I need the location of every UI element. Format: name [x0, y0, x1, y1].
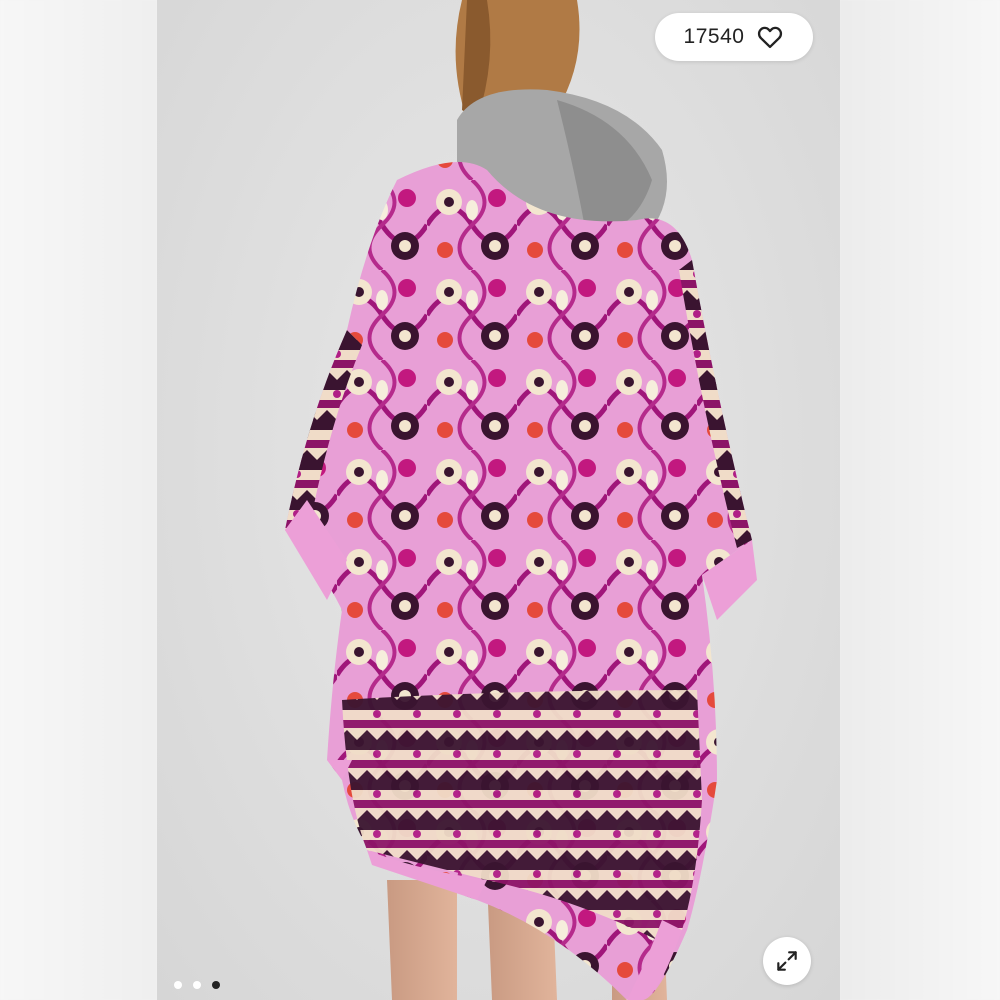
carousel-dot[interactable] [193, 981, 201, 989]
heart-outline-icon [756, 23, 784, 51]
expand-image-button[interactable] [763, 937, 811, 985]
carousel-dot[interactable] [212, 981, 220, 989]
blurred-backdrop-right [840, 0, 1000, 1000]
carousel-dot[interactable] [174, 981, 182, 989]
product-image-viewer: 17540 [0, 0, 1000, 1000]
like-count: 17540 [683, 25, 745, 48]
model-wearing-kimono-illustration [285, 0, 757, 1000]
carousel-indicator [174, 981, 220, 989]
product-photo[interactable] [157, 0, 840, 1000]
expand-arrows-icon [774, 948, 800, 974]
like-button[interactable]: 17540 [655, 13, 813, 61]
blurred-backdrop-left [0, 0, 157, 1000]
